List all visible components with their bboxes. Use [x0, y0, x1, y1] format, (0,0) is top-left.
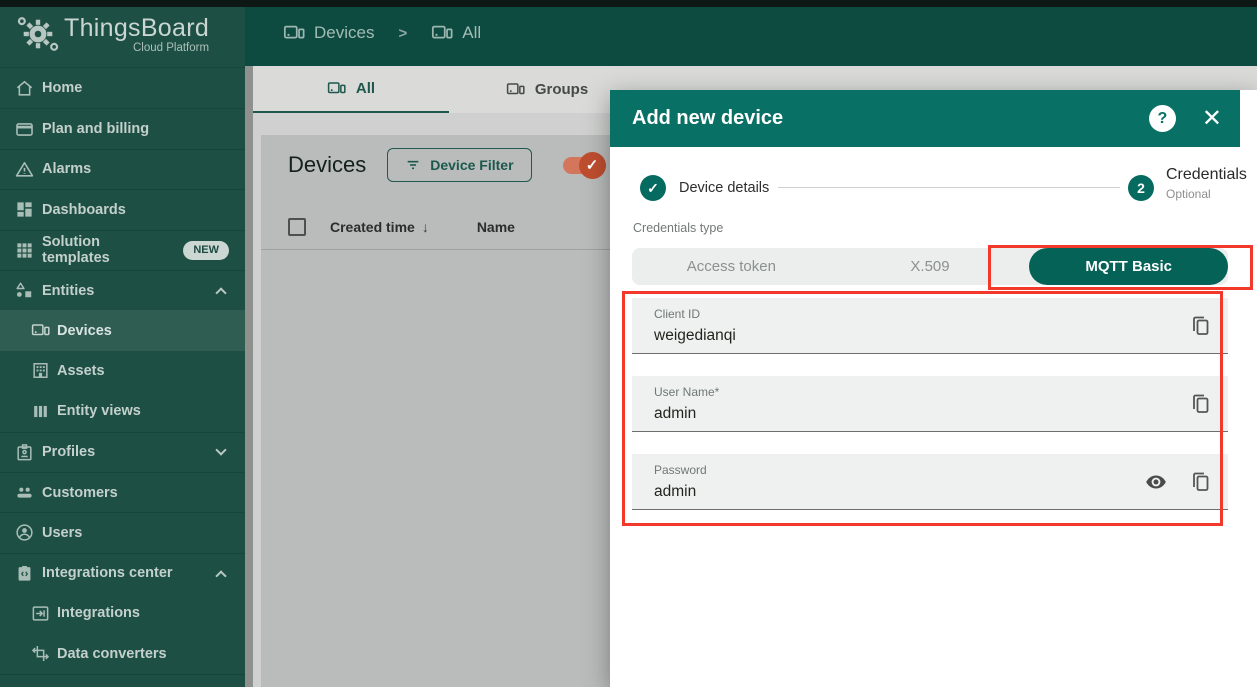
integrations-arrow-icon	[30, 603, 50, 623]
sidebar-item-label: Users	[42, 525, 82, 541]
step-label: Credentials	[1166, 166, 1247, 184]
sidebar-item-label: Assets	[57, 363, 105, 379]
entities-icon	[14, 281, 34, 301]
tab-label: All	[356, 80, 375, 97]
sidebar-item-integrations[interactable]: Integrations	[0, 593, 245, 633]
home-icon	[14, 78, 34, 98]
sidebar-item-data-converters[interactable]: Data converters	[0, 633, 245, 673]
sidebar-item-label: Devices	[57, 323, 112, 339]
sidebar-item-profiles[interactable]: Profiles	[0, 432, 245, 472]
step-optional-label: Optional	[1166, 187, 1247, 201]
sidebar-menu: Home Plan and billing Alarms Dashboards …	[0, 68, 245, 675]
breadcrumb: Devices > All	[283, 0, 481, 66]
sidebar-item-label: Home	[42, 80, 82, 96]
option-access-token[interactable]: Access token	[632, 248, 831, 285]
step-check-icon: ✓	[640, 175, 666, 201]
sidebar-item-integrations-center[interactable]: Integrations center	[0, 553, 245, 593]
thingsboard-gear-icon	[16, 12, 60, 56]
top-header: Devices > All Current subscr S	[245, 0, 1257, 66]
column-created-time[interactable]: Created time	[330, 219, 415, 235]
step-device-details[interactable]: ✓ Device details	[640, 175, 769, 201]
toggle-check-icon: ✓	[579, 152, 606, 179]
users-account-icon	[14, 523, 34, 543]
assets-building-icon	[30, 361, 50, 381]
sidebar-item-home[interactable]: Home	[0, 68, 245, 108]
devices-icon	[30, 321, 50, 341]
sidebar-item-customers[interactable]: Customers	[0, 472, 245, 512]
sidebar-item-label: Entity views	[57, 403, 141, 419]
filter-icon	[405, 157, 421, 173]
chevron-up-icon	[215, 287, 226, 298]
step-label: Device details	[679, 180, 769, 196]
content-scrollbar[interactable]	[245, 66, 253, 687]
include-customers-toggle[interactable]: ✓	[563, 157, 603, 174]
annotation-box-credential-fields	[622, 291, 1223, 526]
devices-icon	[431, 22, 453, 44]
column-name[interactable]: Name	[477, 219, 515, 235]
sidebar-item-label: Data converters	[57, 646, 167, 662]
window-top-strip	[0, 0, 1257, 7]
sidebar-item-label: Alarms	[42, 161, 91, 177]
dialog-title: Add new device	[632, 107, 1149, 130]
devices-icon	[327, 79, 346, 98]
help-icon[interactable]: ?	[1149, 105, 1176, 132]
customers-people-icon	[14, 483, 34, 503]
sidebar-item-label: Solution templates	[42, 234, 167, 266]
breadcrumb-all[interactable]: All	[462, 23, 481, 43]
sidebar-item-dashboards[interactable]: Dashboards	[0, 189, 245, 229]
sidebar: ThingsBoard Cloud Platform Home Plan and…	[0, 0, 245, 687]
device-filter-button[interactable]: Device Filter	[387, 148, 531, 182]
integrations-center-icon	[14, 563, 34, 583]
sidebar-item-entity-views[interactable]: Entity views	[0, 391, 245, 431]
device-filter-label: Device Filter	[430, 157, 513, 173]
select-all-checkbox[interactable]	[288, 218, 306, 236]
entity-views-bars-icon	[30, 401, 50, 421]
sidebar-item-plan-and-billing[interactable]: Plan and billing	[0, 108, 245, 148]
sidebar-item-label: Plan and billing	[42, 121, 149, 137]
logo[interactable]: ThingsBoard Cloud Platform	[0, 0, 245, 68]
new-badge: NEW	[183, 241, 229, 260]
logo-title: ThingsBoard	[64, 14, 209, 43]
sort-descending-icon[interactable]: ↓	[422, 219, 429, 235]
profiles-badge-icon	[14, 442, 34, 462]
billing-card-icon	[14, 119, 34, 139]
sidebar-item-label: Profiles	[42, 444, 95, 460]
breadcrumb-separator: >	[398, 25, 407, 42]
step-credentials[interactable]: 2	[1128, 175, 1154, 201]
dialog-header: Add new device ? ✕	[610, 90, 1240, 147]
sidebar-item-devices[interactable]: Devices	[0, 310, 245, 350]
sidebar-item-solution-templates[interactable]: Solution templates NEW	[0, 230, 245, 270]
chevron-up-icon	[215, 570, 226, 581]
sidebar-item-label: Integrations	[57, 605, 140, 621]
credentials-type-label: Credentials type	[633, 221, 723, 235]
stepper-connector	[778, 187, 1120, 188]
dashboards-icon	[14, 200, 34, 220]
logo-subtitle: Cloud Platform	[64, 42, 209, 54]
chevron-down-icon	[215, 445, 226, 456]
alarm-warning-icon	[14, 159, 34, 179]
sidebar-item-label: Entities	[42, 283, 94, 299]
close-icon[interactable]: ✕	[1202, 107, 1222, 131]
sidebar-item-label: Integrations center	[42, 565, 173, 581]
sidebar-item-entities[interactable]: Entities	[0, 270, 245, 310]
tab-all[interactable]: All	[253, 66, 449, 113]
solution-templates-grid-icon	[14, 240, 34, 260]
devices-title: Devices	[288, 152, 366, 178]
devices-icon	[283, 22, 305, 44]
step-number: 2	[1128, 175, 1154, 201]
sidebar-item-assets[interactable]: Assets	[0, 351, 245, 391]
sidebar-item-label: Dashboards	[42, 202, 126, 218]
thingsboard-app: ThingsBoard Cloud Platform Home Plan and…	[0, 0, 1257, 687]
sidebar-item-users[interactable]: Users	[0, 512, 245, 552]
sidebar-divider	[0, 674, 245, 675]
annotation-box-mqtt-basic	[988, 245, 1253, 290]
devices-icon	[506, 80, 525, 99]
sidebar-item-alarms[interactable]: Alarms	[0, 149, 245, 189]
sidebar-item-label: Customers	[42, 485, 118, 501]
tab-label: Groups	[535, 81, 588, 98]
data-converters-icon	[30, 644, 50, 664]
breadcrumb-devices[interactable]: Devices	[314, 23, 374, 43]
